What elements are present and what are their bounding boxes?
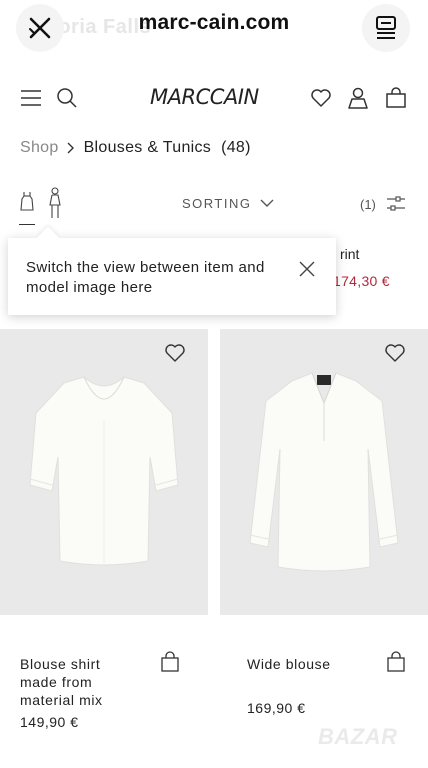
product-card[interactable]: Wide blouse 169,90 € (220, 329, 428, 716)
tooltip-text: Switch the view between item and model i… (26, 259, 265, 296)
shopping-bag-icon (387, 651, 405, 672)
shopping-bag-icon (386, 87, 406, 108)
watermark: BAZAR (318, 724, 398, 749)
tabs-button[interactable] (362, 4, 410, 52)
breadcrumb: Shop Blouses & Tunics (48) (20, 139, 251, 157)
user-icon (348, 87, 368, 109)
item-view-toggle[interactable] (18, 190, 36, 217)
breadcrumb-shop-link[interactable]: Shop (20, 139, 59, 157)
filter-count[interactable]: (1) (360, 197, 376, 212)
chevron-right-icon (67, 142, 74, 154)
sorting-dropdown[interactable]: SORTING (182, 196, 274, 211)
product-name[interactable]: Wide blouse (247, 655, 367, 673)
model-view-toggle[interactable] (45, 187, 65, 224)
product-count: (48) (221, 139, 251, 156)
tabs-icon (376, 16, 396, 39)
product-image[interactable] (0, 329, 208, 615)
product-price: 169,90 € (247, 700, 306, 716)
menu-button[interactable] (19, 86, 43, 110)
browser-bar: Victoria Falls marc-cain.com (0, 0, 428, 56)
product-image[interactable] (220, 329, 428, 615)
search-button[interactable] (55, 86, 79, 110)
view-switch-tooltip: Switch the view between item and model i… (8, 226, 336, 315)
breadcrumb-current: Blouses & Tunics (83, 139, 212, 156)
product-name[interactable]: Blouse shirt made from material mix (20, 655, 140, 709)
add-to-cart-button[interactable] (160, 651, 180, 678)
site-header: MARCCAIN (0, 76, 428, 120)
wishlist-button[interactable] (309, 86, 333, 110)
account-button[interactable] (346, 86, 370, 110)
dress-icon (20, 192, 34, 211)
hidden-product-sale-price: 174,30 € (333, 273, 390, 289)
heart-icon (165, 344, 185, 362)
tooltip-arrow (36, 226, 60, 250)
heart-icon (385, 344, 405, 362)
shopping-bag-icon (161, 651, 179, 672)
wide-blouse-image (249, 372, 399, 572)
sorting-label: SORTING (182, 196, 252, 211)
model-figure-icon (49, 187, 61, 218)
cart-button[interactable] (384, 86, 408, 110)
listing-toolbar: SORTING (1) (0, 186, 428, 230)
add-to-wishlist-button[interactable] (384, 343, 406, 368)
product-card[interactable]: Blouse shirt made from material mix 149,… (0, 329, 208, 730)
filter-button[interactable] (386, 195, 406, 218)
add-to-cart-button[interactable] (386, 651, 406, 678)
chevron-down-icon (260, 199, 273, 207)
close-icon (299, 261, 315, 277)
hamburger-icon (21, 90, 41, 106)
tooltip-close-button[interactable] (298, 260, 316, 278)
active-view-indicator (19, 224, 35, 225)
heart-icon (311, 89, 331, 107)
product-price: 149,90 € (20, 714, 79, 730)
add-to-wishlist-button[interactable] (164, 343, 186, 368)
filter-sliders-icon (387, 196, 405, 211)
search-icon (57, 88, 77, 108)
brand-logo[interactable]: MARCCAIN (150, 85, 259, 109)
hidden-product-name-fragment: rint (340, 246, 360, 262)
blouse-shirt-image (29, 376, 179, 566)
